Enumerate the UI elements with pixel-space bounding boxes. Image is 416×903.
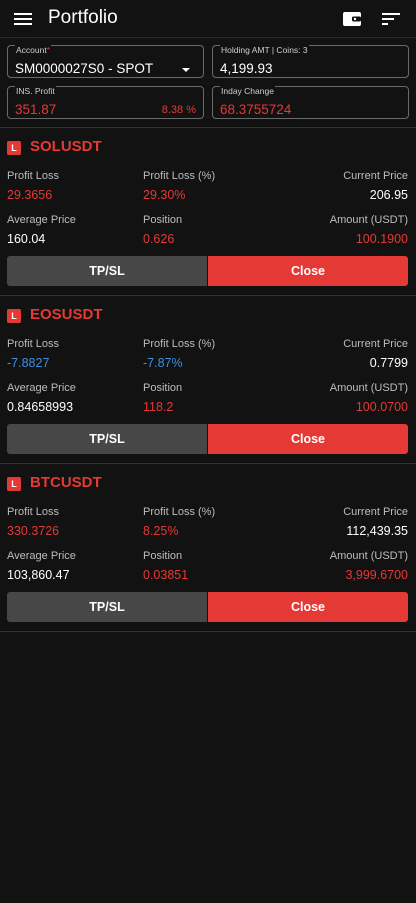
profit-loss-pct-label: Profit Loss (%) — [143, 506, 216, 518]
profit-loss-label: Profit Loss — [7, 506, 59, 518]
profit-loss-value: 330.3726 — [7, 524, 60, 538]
sort-icon[interactable] — [381, 9, 401, 29]
divider — [0, 631, 416, 632]
profit-loss-pct-value: -7.87% — [143, 356, 183, 370]
ins-profit-value: 351.87 — [15, 102, 57, 117]
ins-profit-label: INS. Profit — [15, 86, 56, 97]
account-select[interactable]: Account* SM0000027S0 - SPOT — [7, 45, 204, 78]
inday-change-value: 68.3755724 — [220, 102, 292, 117]
position-card: L SOLUSDT Profit Loss Profit Loss (%) Cu… — [0, 128, 416, 296]
holding-amount-value: 4,199.93 — [220, 61, 273, 76]
account-value: SM0000027S0 - SPOT — [15, 61, 154, 76]
wallet-icon[interactable] — [342, 9, 362, 29]
position-label: Position — [143, 550, 183, 562]
profit-loss-pct-value: 29.30% — [143, 188, 186, 202]
close-position-button[interactable]: Close — [208, 592, 408, 622]
position-value: 0.626 — [143, 232, 175, 246]
app-header: Portfolio — [0, 0, 416, 38]
position-symbol[interactable]: BTCUSDT — [30, 474, 102, 491]
inday-change-field: Inday Change 68.3755724 — [212, 86, 409, 119]
page-title: Portfolio — [48, 7, 118, 28]
tpsl-button[interactable]: TP/SL — [7, 424, 207, 454]
tpsl-button[interactable]: TP/SL — [7, 256, 207, 286]
amount-value: 100.1900 — [355, 232, 408, 246]
position-card: L EOSUSDT Profit Loss Profit Loss (%) Cu… — [0, 296, 416, 464]
current-price-value: 0.7799 — [369, 356, 408, 370]
position-value: 118.2 — [143, 400, 174, 414]
profit-loss-value: 29.3656 — [7, 188, 53, 202]
inday-change-label: Inday Change — [220, 86, 275, 97]
long-badge: L — [7, 309, 21, 323]
account-label: Account* — [15, 45, 52, 56]
ins-profit-percent: 8.38 % — [161, 104, 196, 116]
current-price-label: Current Price — [343, 506, 408, 518]
average-price-label: Average Price — [7, 382, 76, 394]
amount-value: 3,999.6700 — [345, 568, 408, 582]
close-position-button[interactable]: Close — [208, 256, 408, 286]
amount-label: Amount (USDT) — [329, 382, 408, 394]
current-price-label: Current Price — [343, 170, 408, 182]
hamburger-menu-icon[interactable] — [12, 9, 34, 29]
average-price-label: Average Price — [7, 550, 76, 562]
profit-loss-value: -7.8827 — [7, 356, 50, 370]
amount-label: Amount (USDT) — [329, 214, 408, 226]
profit-loss-pct-value: 8.25% — [143, 524, 179, 538]
current-price-value: 112,439.35 — [346, 524, 408, 538]
profit-loss-label: Profit Loss — [7, 170, 59, 182]
ins-profit-field: INS. Profit 351.87 8.38 % — [7, 86, 204, 119]
position-value: 0.03851 — [143, 568, 189, 582]
position-symbol[interactable]: SOLUSDT — [30, 138, 102, 155]
position-label: Position — [143, 382, 183, 394]
dropdown-arrow-icon — [182, 68, 190, 72]
long-badge: L — [7, 141, 21, 155]
position-symbol[interactable]: EOSUSDT — [30, 306, 103, 323]
amount-value: 100.0700 — [355, 400, 408, 414]
position-card: L BTCUSDT Profit Loss Profit Loss (%) Cu… — [0, 464, 416, 632]
average-price-value: 0.84658993 — [7, 400, 74, 414]
long-badge: L — [7, 477, 21, 491]
average-price-label: Average Price — [7, 214, 76, 226]
profit-loss-pct-label: Profit Loss (%) — [143, 170, 216, 182]
tpsl-button[interactable]: TP/SL — [7, 592, 207, 622]
holding-amount-label: Holding AMT | Coins: 3 — [220, 45, 309, 56]
position-label: Position — [143, 214, 183, 226]
holding-amount-field: Holding AMT | Coins: 3 4,199.93 — [212, 45, 409, 78]
amount-label: Amount (USDT) — [329, 550, 408, 562]
average-price-value: 103,860.47 — [7, 568, 70, 582]
current-price-label: Current Price — [343, 338, 408, 350]
profit-loss-label: Profit Loss — [7, 338, 59, 350]
current-price-value: 206.95 — [369, 188, 408, 202]
close-position-button[interactable]: Close — [208, 424, 408, 454]
average-price-value: 160.04 — [7, 232, 46, 246]
profit-loss-pct-label: Profit Loss (%) — [143, 338, 216, 350]
